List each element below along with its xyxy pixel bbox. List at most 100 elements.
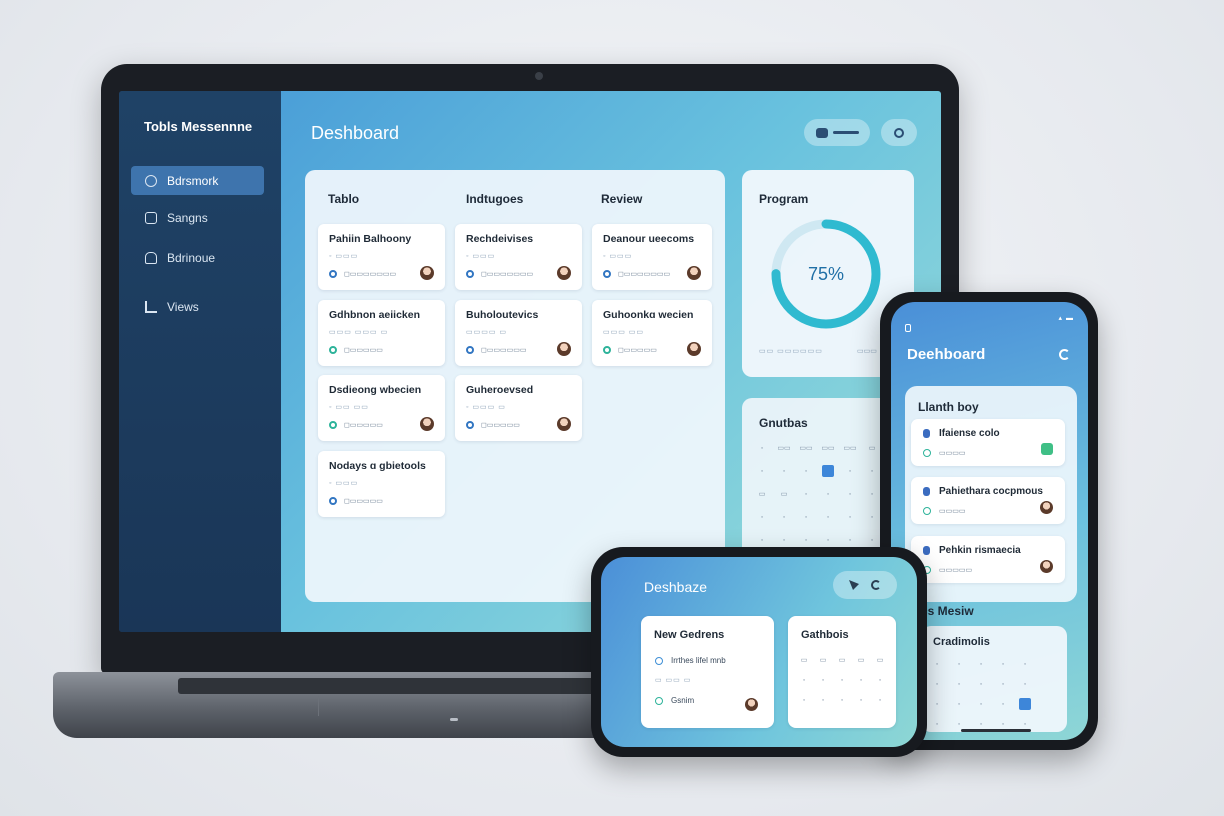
- sidebar-item-dashboard[interactable]: Bdrsmork: [131, 166, 264, 195]
- status-text: ▭▭▭▭: [939, 508, 966, 515]
- calendar-day[interactable]: ◦: [836, 674, 848, 686]
- calendar-day[interactable]: [822, 465, 834, 477]
- calendar-card[interactable]: Gathbois ▭ ▭ ▭ ▭ ▭ ◦ ◦ ◦ ◦ ◦ ◦ ◦ ◦ ◦ ◦: [788, 616, 896, 728]
- sidebar-item-views[interactable]: Views: [131, 292, 264, 321]
- calendar-day[interactable]: ◦: [844, 488, 856, 500]
- signal-icon: ▴ ▬: [1058, 315, 1074, 322]
- calendar-title: Gnutbas: [759, 416, 808, 430]
- calendar-day[interactable]: ◦: [822, 488, 834, 500]
- list-item[interactable]: Pehkin rismaecia ▭▭▭▭▭: [911, 536, 1065, 583]
- calendar-day[interactable]: ◦: [798, 694, 810, 706]
- summary-card[interactable]: New Gedrens Irrthes lifel mnb ▭ ▭▭ ▭ Gsn…: [641, 616, 774, 728]
- calendar-day[interactable]: ◦: [800, 465, 812, 477]
- calendar-day[interactable]: ▭: [874, 654, 886, 666]
- calendar-day[interactable]: ◦: [997, 698, 1009, 710]
- calendar-day[interactable]: ◦: [800, 534, 812, 546]
- settings-button[interactable]: [881, 119, 917, 146]
- sidebar-item-lock[interactable]: Bdrinoue: [131, 243, 264, 272]
- calendar-day[interactable]: ▭▭: [799, 442, 812, 454]
- avatar: [557, 266, 571, 280]
- avatar: [745, 698, 758, 711]
- calendar-day[interactable]: ◦: [953, 678, 965, 690]
- header-actions: [833, 571, 897, 599]
- toggle-button[interactable]: [804, 119, 870, 146]
- calendar-day[interactable]: ◦: [844, 511, 856, 523]
- calendar-day[interactable]: ▭: [817, 654, 829, 666]
- calendar-day[interactable]: ▭: [778, 488, 790, 500]
- calendar-day[interactable]: ▭: [836, 654, 848, 666]
- task-status: ◻▭▭▭▭▭▭▭: [603, 270, 670, 278]
- calendar-day[interactable]: ◦: [953, 658, 965, 670]
- calendar-day[interactable]: ◦: [866, 511, 878, 523]
- calendar-day[interactable]: ◦: [778, 534, 790, 546]
- calendar-day[interactable]: ◦: [874, 674, 886, 686]
- task-card[interactable]: Guheroevsed ◦ ▭▭▭ ▭ ◻▭▭▭▭▭: [455, 375, 582, 441]
- calendar-day[interactable]: ◦: [844, 534, 856, 546]
- calendar-day[interactable]: [1019, 698, 1031, 710]
- calendar-day[interactable]: ◦: [975, 658, 987, 670]
- task-card[interactable]: Deanour ueecoms ◦ ▭▭▭ ◻▭▭▭▭▭▭▭: [592, 224, 712, 290]
- status-ring-icon: [466, 346, 474, 354]
- calendar-day[interactable]: ▭: [855, 654, 867, 666]
- calendar-day[interactable]: ◦: [866, 465, 878, 477]
- calendar-day[interactable]: ▭: [866, 442, 878, 454]
- status-ring-icon: [923, 507, 931, 515]
- calendar-day[interactable]: ◦: [817, 674, 829, 686]
- list-item[interactable]: Pahiethara cocpmous ▭▭▭▭: [911, 477, 1065, 524]
- calendar-day[interactable]: ◦: [756, 511, 768, 523]
- calendar-day[interactable]: ▭: [798, 654, 810, 666]
- task-card[interactable]: Nodays ɑ gbietools ◦ ▭▭▭ ◻▭▭▭▭▭: [318, 451, 445, 517]
- calendar-grid: ▭ ▭ ▭ ▭ ▭ ◦ ◦ ◦ ◦ ◦ ◦ ◦ ◦ ◦ ◦: [798, 654, 893, 706]
- sidebar-item-settings[interactable]: Sangns: [131, 203, 264, 232]
- calendar-day[interactable]: ◦: [931, 698, 943, 710]
- status-icon: [905, 324, 911, 332]
- calendar-day[interactable]: ◦: [822, 534, 834, 546]
- calendar-day[interactable]: ◦: [975, 678, 987, 690]
- calendar-day[interactable]: ◦: [756, 442, 768, 454]
- calendar-day[interactable]: ◦: [874, 694, 886, 706]
- calendar-day[interactable]: ◦: [778, 511, 790, 523]
- task-card[interactable]: Gdhbnon aeiicken ▭▭▭ ▭▭▭ ▭ ◻▭▭▭▭▭: [318, 300, 445, 366]
- send-icon[interactable]: [849, 580, 859, 590]
- task-card[interactable]: Buholoutevics ▭▭▭▭ ▭ ◻▭▭▭▭▭▭: [455, 300, 582, 366]
- calendar-day[interactable]: ◦: [931, 718, 943, 730]
- calendar-day[interactable]: ◦: [817, 694, 829, 706]
- refresh-icon[interactable]: [1059, 349, 1070, 360]
- calendar-day[interactable]: ◦: [997, 678, 1009, 690]
- task-card[interactable]: Rechdeivises ◦ ▭▭▭ ◻▭▭▭▭▭▭▭: [455, 224, 582, 290]
- task-title: Guheroevsed: [466, 384, 534, 396]
- task-card[interactable]: Dsdieong wbecien ◦ ▭▭ ▭▭ ◻▭▭▭▭▭: [318, 375, 445, 441]
- calendar-day[interactable]: ◦: [836, 694, 848, 706]
- calendar-day[interactable]: ◦: [975, 698, 987, 710]
- calendar-day[interactable]: ◦: [931, 658, 943, 670]
- calendar-day[interactable]: ◦: [844, 465, 856, 477]
- calendar-day[interactable]: ◦: [866, 488, 878, 500]
- calendar-day[interactable]: ◦: [866, 534, 878, 546]
- calendar-day[interactable]: ◦: [1019, 678, 1031, 690]
- list-item[interactable]: Ifaiense colo ▭▭▭▭: [911, 419, 1065, 466]
- calendar-day[interactable]: ◦: [756, 534, 768, 546]
- task-card[interactable]: Pahiin Balhoony ◦ ▭▭▭ ◻▭▭▭▭▭▭▭: [318, 224, 445, 290]
- task-marker-icon: [923, 429, 930, 438]
- phone-landscape-screen: Deshbaze New Gedrens Irrthes lifel mnb ▭…: [601, 557, 917, 747]
- calendar-day[interactable]: ◦: [798, 674, 810, 686]
- task-card[interactable]: Guhoonkɑ wecien ▭▭▭ ▭▭ ◻▭▭▭▭▭: [592, 300, 712, 366]
- calendar-day[interactable]: ◦: [997, 658, 1009, 670]
- calendar-day[interactable]: ◦: [778, 465, 790, 477]
- check-icon[interactable]: [1041, 443, 1053, 455]
- calendar-day[interactable]: ▭▭: [777, 442, 790, 454]
- task-meta: ◦ ▭▭▭ ▭: [466, 404, 506, 411]
- refresh-icon[interactable]: [871, 580, 881, 590]
- calendar-day[interactable]: ◦: [855, 694, 867, 706]
- calendar-day[interactable]: ◦: [953, 698, 965, 710]
- calendar-day[interactable]: ▭▭: [843, 442, 856, 454]
- calendar-day[interactable]: ▭▭: [821, 442, 834, 454]
- calendar-day[interactable]: ◦: [756, 465, 768, 477]
- calendar-day[interactable]: ◦: [800, 511, 812, 523]
- calendar-day[interactable]: ◦: [931, 678, 943, 690]
- calendar-day[interactable]: ◦: [855, 674, 867, 686]
- calendar-day[interactable]: ◦: [800, 488, 812, 500]
- calendar-day[interactable]: ◦: [1019, 658, 1031, 670]
- calendar-day[interactable]: ▭: [756, 488, 768, 500]
- calendar-day[interactable]: ◦: [822, 511, 834, 523]
